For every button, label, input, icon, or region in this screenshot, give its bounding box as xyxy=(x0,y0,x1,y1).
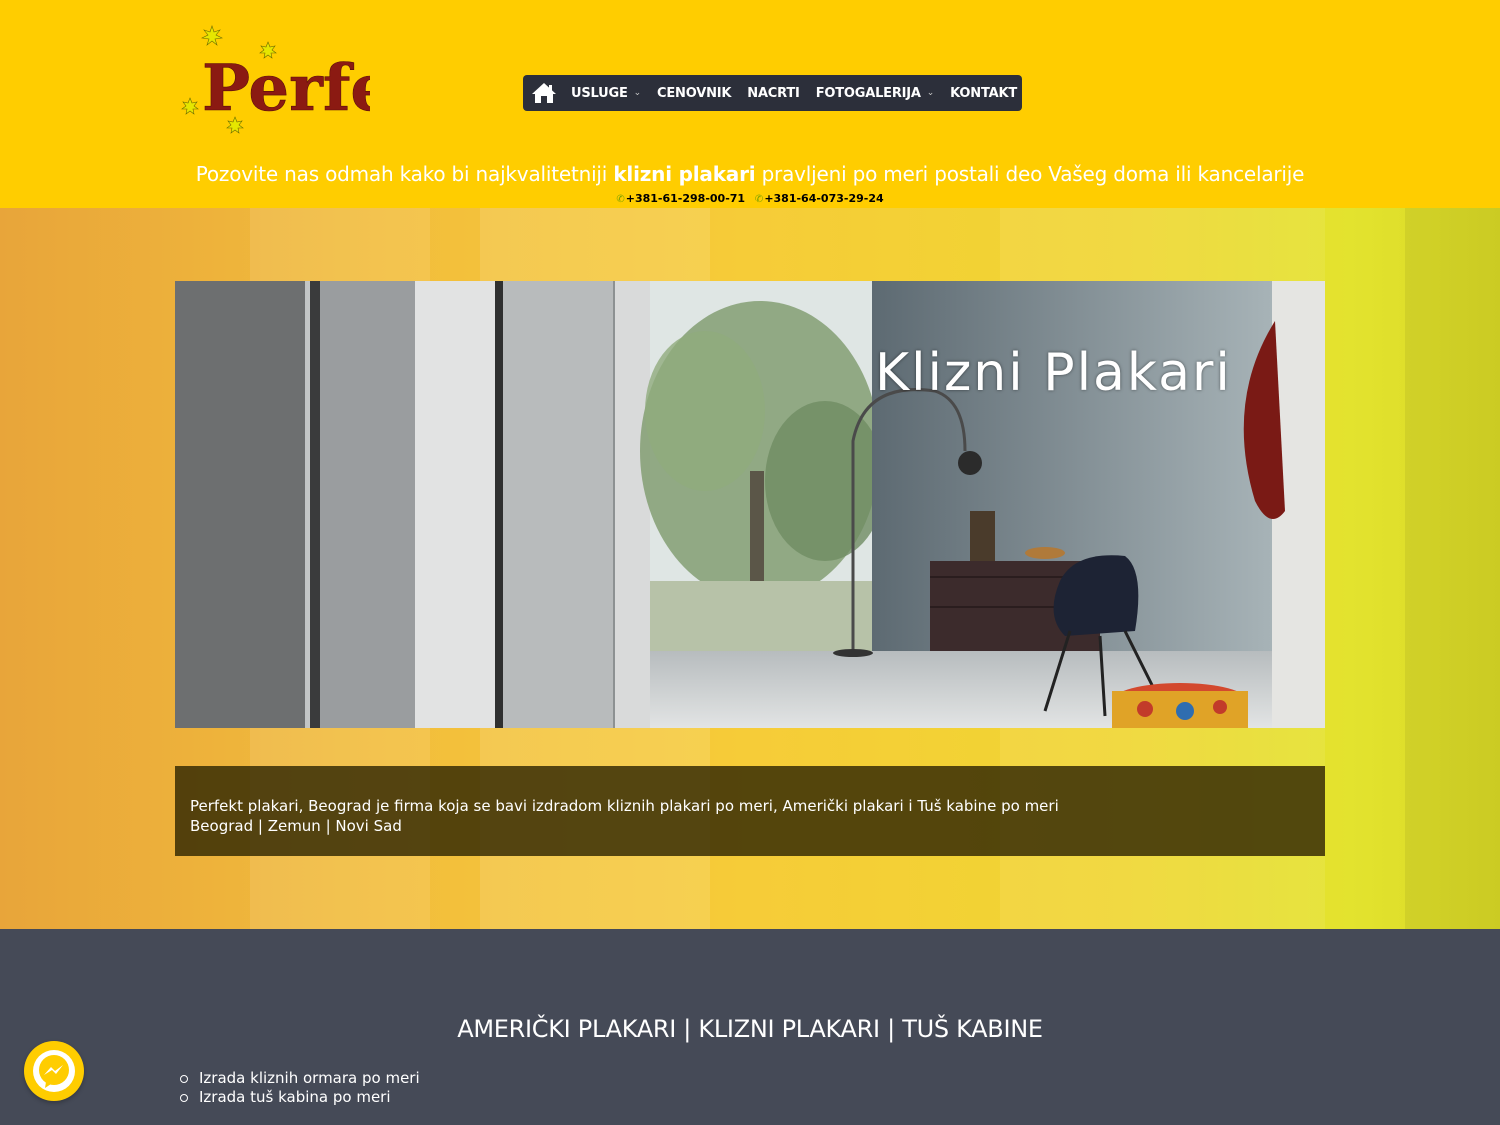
phone-icon: ✆ xyxy=(616,194,625,205)
chevron-down-icon: ⌄ xyxy=(633,88,642,98)
intro-box: Perfekt plakari, Beograd je firma koja s… xyxy=(175,766,1325,856)
tagline: Pozovite nas odmah kako bi najkvalitetni… xyxy=(0,162,1500,186)
phone-number: +381-61-298-00-71 xyxy=(625,192,746,205)
nav-item-kontakt[interactable]: KONTAKT xyxy=(950,86,1017,101)
section-heading: AMERIČKI PLAKARI | KLIZNI PLAKARI | TUŠ … xyxy=(457,1015,1043,1043)
nav-item-label: KONTAKT xyxy=(950,85,1018,101)
list-item: Izrada kliznih ormara po meri xyxy=(180,1069,420,1087)
nav-item-fotogalerija[interactable]: FOTOGALERIJA ⌄ xyxy=(815,85,935,101)
phone-list: ✆+381-61-298-00-71 ✆+381-64-073-29-24 xyxy=(0,192,1500,205)
logo-text: Perfekt xyxy=(202,51,370,126)
intro-locations: Beograd | Zemun | Novi Sad xyxy=(190,817,402,835)
phone-link[interactable]: ✆+381-61-298-00-71 xyxy=(616,192,745,205)
tagline-highlight: klizni plakari xyxy=(613,162,756,186)
intro-text: Perfekt plakari, Beograd je firma koja s… xyxy=(190,797,1059,815)
nav-item-label: CENOVNIK xyxy=(657,85,732,101)
phone-link[interactable]: ✆+381-64-073-29-24 xyxy=(755,192,884,205)
phone-icon: ✆ xyxy=(754,194,764,205)
nav-item-nacrti[interactable]: NACRTI xyxy=(747,85,800,101)
banner-title: Klizni Plakari xyxy=(875,343,1232,403)
services-section: AMERIČKI PLAKARI | KLIZNI PLAKARI | TUŠ … xyxy=(0,929,1500,1125)
tagline-text: pravljeni po meri postali deo Vašeg doma… xyxy=(755,162,1305,186)
nav-item-label: FOTOGALERIJA xyxy=(815,85,921,101)
nav-item-label: NACRTI xyxy=(747,85,800,101)
logo[interactable]: Perfekt xyxy=(180,22,370,134)
nav-item-usluge[interactable]: USLUGE ⌄ xyxy=(571,86,641,101)
list-item: Izrada tuš kabina po meri xyxy=(180,1088,420,1107)
phone-number: +381-64-073-29-24 xyxy=(764,192,884,205)
nav-item-cenovnik[interactable]: CENOVNIK xyxy=(657,86,731,101)
site-header: Perfekt USLUGE ⌄ CENOVNIK NACRTI FOTOGAL… xyxy=(0,0,1500,208)
hero-banner-image: Klizni Plakari xyxy=(175,281,1325,728)
home-icon[interactable] xyxy=(531,78,557,108)
chevron-down-icon: ⌄ xyxy=(926,88,935,98)
services-list: Izrada kliznih ormara po meri Izrada tuš… xyxy=(175,1069,420,1107)
nav-item-label: USLUGE xyxy=(571,85,628,101)
tagline-text: Pozovite nas odmah kako bi najkvalitetni… xyxy=(195,162,614,186)
hero-bg-panel xyxy=(1405,208,1500,929)
main-nav: USLUGE ⌄ CENOVNIK NACRTI FOTOGALERIJA ⌄ … xyxy=(523,75,1022,111)
messenger-icon[interactable] xyxy=(24,1041,84,1101)
